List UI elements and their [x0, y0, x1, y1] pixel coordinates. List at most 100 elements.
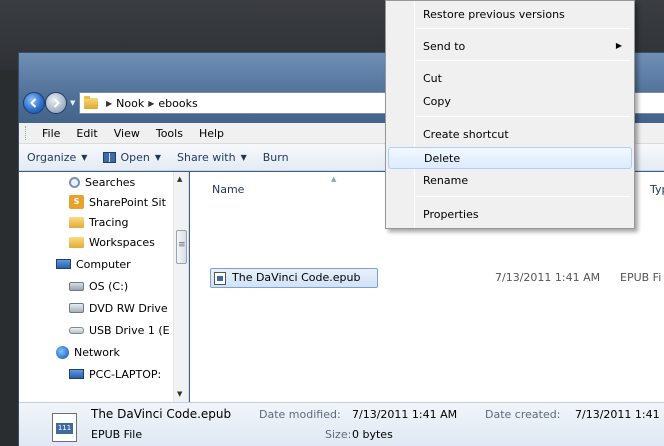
burn-button[interactable]: Burn [263, 151, 297, 164]
tree-item-pcc-laptop[interactable]: PCC-LAPTOP: [69, 364, 161, 384]
file-date-modified: 7/13/2011 1:41 AM [495, 271, 601, 284]
dvd-drive-icon [69, 303, 84, 313]
menu-item-restore-previous-versions[interactable]: Restore previous versions [388, 3, 632, 25]
sort-ascending-icon: ▲ [331, 175, 337, 183]
share-with-label: Share with [176, 150, 236, 164]
tree-item-dvd-drive[interactable]: DVD RW Drive [69, 298, 168, 318]
search-folder-icon [69, 176, 80, 188]
tree-item-label: OS (C:) [89, 279, 129, 293]
tree-item-label: Computer [76, 257, 131, 271]
menu-item-label: Cut [423, 71, 442, 85]
organize-label: Organize [27, 150, 77, 164]
chevron-down-icon: ▼ [240, 152, 247, 162]
tree-item-label: Network [74, 345, 120, 359]
folder-icon [69, 236, 84, 248]
tree-item-computer[interactable]: Computer [56, 254, 131, 274]
usb-drive-icon [69, 326, 84, 334]
tree-item-label: Tracing [89, 215, 129, 229]
tree-item-label: PCC-LAPTOP: [89, 367, 162, 381]
tree-item-os-c[interactable]: OS (C:) [69, 276, 128, 296]
menu-view[interactable]: View [106, 127, 148, 140]
forward-button[interactable] [45, 92, 67, 114]
recent-pages-dropdown-icon[interactable]: ▼ [70, 99, 75, 107]
scroll-up-icon[interactable]: ▲ [177, 175, 182, 183]
breadcrumb-chevron-icon[interactable]: ▶ [148, 99, 154, 108]
menu-separator [416, 60, 630, 61]
menu-item-send-to[interactable]: Send to ▶ [388, 35, 632, 57]
scroll-down-icon[interactable]: ▼ [177, 390, 182, 398]
folder-icon [84, 95, 98, 109]
tree-item-label: SharePoint Sit [89, 195, 166, 209]
computer-icon [56, 259, 71, 269]
tree-item-tracing[interactable]: Tracing [69, 212, 128, 232]
context-menu: Restore previous versions Send to ▶ Cut … [385, 0, 635, 229]
tree-item-sharepoint[interactable]: S SharePoint Sit [69, 192, 166, 212]
details-size-label: Size: [325, 428, 352, 441]
tree-item-label: Searches [85, 175, 136, 189]
chevron-down-icon: ▼ [154, 152, 161, 162]
menu-item-label: Create shortcut [423, 127, 509, 141]
sharepoint-icon: S [69, 195, 84, 209]
menu-tools[interactable]: Tools [148, 127, 191, 140]
burn-label: Burn [262, 150, 289, 164]
nav-pane-scrollbar[interactable]: ▲ ▼ [173, 172, 188, 402]
menu-separator [416, 116, 630, 117]
menu-item-delete[interactable]: Delete [388, 147, 632, 169]
navigation-pane: Searches S SharePoint Sit Tracing Worksp… [19, 172, 189, 402]
menu-item-label: Rename [423, 173, 469, 187]
organize-button[interactable]: Organize ▼ [27, 151, 95, 164]
scroll-thumb[interactable] [176, 230, 187, 264]
menu-item-properties[interactable]: Properties [388, 203, 632, 225]
open-label: Open [120, 150, 150, 164]
menu-separator [416, 196, 630, 197]
menu-item-label: Copy [423, 94, 451, 108]
arrow-left-icon [30, 98, 37, 108]
tree-item-searches[interactable]: Searches [69, 172, 135, 192]
tree-item-label: DVD RW Drive [89, 301, 168, 315]
details-modified-value: 7/13/2011 1:41 AM [352, 408, 458, 421]
network-pc-icon [69, 369, 84, 379]
details-pane: The DaVinci Code.epub EPUB File Date mod… [19, 402, 664, 446]
open-button[interactable]: Open ▼ [103, 151, 169, 164]
arrow-right-icon [53, 98, 60, 108]
menu-help[interactable]: Help [191, 127, 232, 140]
tree-item-network[interactable]: Network [56, 342, 120, 362]
file-name: The DaVinci Code.epub [232, 271, 361, 284]
menu-item-label: Restore previous versions [423, 7, 565, 21]
details-created-value: 7/13/2011 1:41 [575, 408, 660, 421]
breadcrumb-chevron-icon[interactable]: ▶ [106, 99, 112, 108]
breadcrumb-nook[interactable]: Nook [116, 97, 144, 110]
menu-item-rename[interactable]: Rename [388, 169, 632, 191]
chevron-down-icon: ▼ [81, 152, 88, 162]
column-header-name[interactable]: Name [212, 183, 244, 196]
details-modified-label: Date modified: [259, 408, 341, 421]
file-type: EPUB Fi [620, 271, 662, 284]
network-icon [56, 345, 69, 359]
breadcrumb-ebooks[interactable]: ebooks [158, 97, 197, 110]
column-header-type[interactable]: Type [650, 183, 664, 196]
details-filename: The DaVinci Code.epub [91, 407, 232, 421]
toolbar-grip [25, 126, 28, 140]
epub-file-large-icon [52, 413, 77, 442]
menu-separator [416, 28, 630, 29]
tree-item-label: USB Drive 1 (E [89, 323, 170, 337]
menu-item-label: Delete [424, 151, 461, 165]
menu-item-copy[interactable]: Copy [388, 90, 632, 112]
menu-edit[interactable]: Edit [68, 127, 105, 140]
tree-item-label: Workspaces [89, 235, 155, 249]
share-with-button[interactable]: Share with ▼ [177, 151, 255, 164]
back-button[interactable] [23, 92, 45, 114]
menu-item-label: Properties [423, 207, 479, 221]
details-created-label: Date created: [485, 408, 561, 421]
drive-icon [69, 281, 84, 291]
epub-file-icon [214, 272, 226, 285]
menu-item-cut[interactable]: Cut [388, 67, 632, 89]
details-size-value: 0 bytes [352, 428, 393, 441]
file-row[interactable]: The DaVinci Code.epub 7/13/2011 1:41 AM … [210, 268, 664, 289]
tree-item-usb-drive[interactable]: USB Drive 1 (E [69, 320, 170, 340]
tree-item-workspaces[interactable]: Workspaces [69, 232, 155, 252]
menu-item-create-shortcut[interactable]: Create shortcut [388, 123, 632, 145]
book-icon [103, 151, 117, 163]
menu-file[interactable]: File [34, 127, 68, 140]
menu-item-label: Send to [423, 39, 466, 53]
